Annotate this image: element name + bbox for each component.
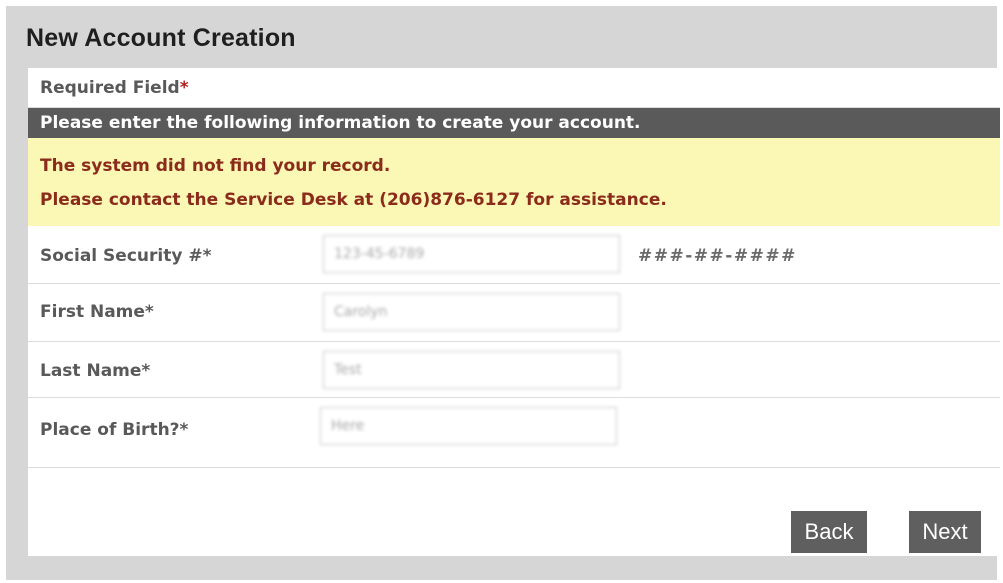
first-name-label: First Name* — [40, 302, 154, 322]
required-field-label: Required Field — [40, 78, 180, 98]
place-of-birth-label: Place of Birth?* — [40, 420, 189, 440]
page-frame: New Account Creation Required Field* Ple… — [6, 6, 1000, 580]
ssn-input[interactable] — [323, 235, 620, 273]
last-name-input[interactable] — [323, 351, 620, 389]
ssn-label: Social Security #* — [40, 246, 212, 266]
required-field-note: Required Field* — [28, 68, 1000, 108]
place-of-birth-row: Place of Birth?* — [28, 398, 1000, 468]
alert-line-2: Please contact the Service Desk at (206)… — [40, 190, 667, 210]
ssn-format-hint: ###-##-#### — [638, 246, 797, 266]
page-title: New Account Creation — [26, 24, 296, 52]
error-alert: The system did not find your record. Ple… — [28, 138, 1000, 226]
last-name-row: Last Name* — [28, 342, 1000, 398]
ssn-row: Social Security #* ###-##-#### — [28, 226, 1000, 284]
next-button[interactable]: Next — [909, 511, 981, 553]
first-name-row: First Name* — [28, 284, 1000, 342]
last-name-label: Last Name* — [40, 361, 151, 381]
first-name-input[interactable] — [323, 293, 620, 331]
required-star: * — [179, 78, 189, 98]
back-button[interactable]: Back — [791, 511, 867, 553]
account-form-panel: Required Field* Please enter the followi… — [28, 68, 1000, 556]
place-of-birth-input[interactable] — [320, 407, 617, 445]
alert-line-1: The system did not find your record. — [40, 156, 391, 176]
info-banner: Please enter the following information t… — [28, 108, 1000, 138]
